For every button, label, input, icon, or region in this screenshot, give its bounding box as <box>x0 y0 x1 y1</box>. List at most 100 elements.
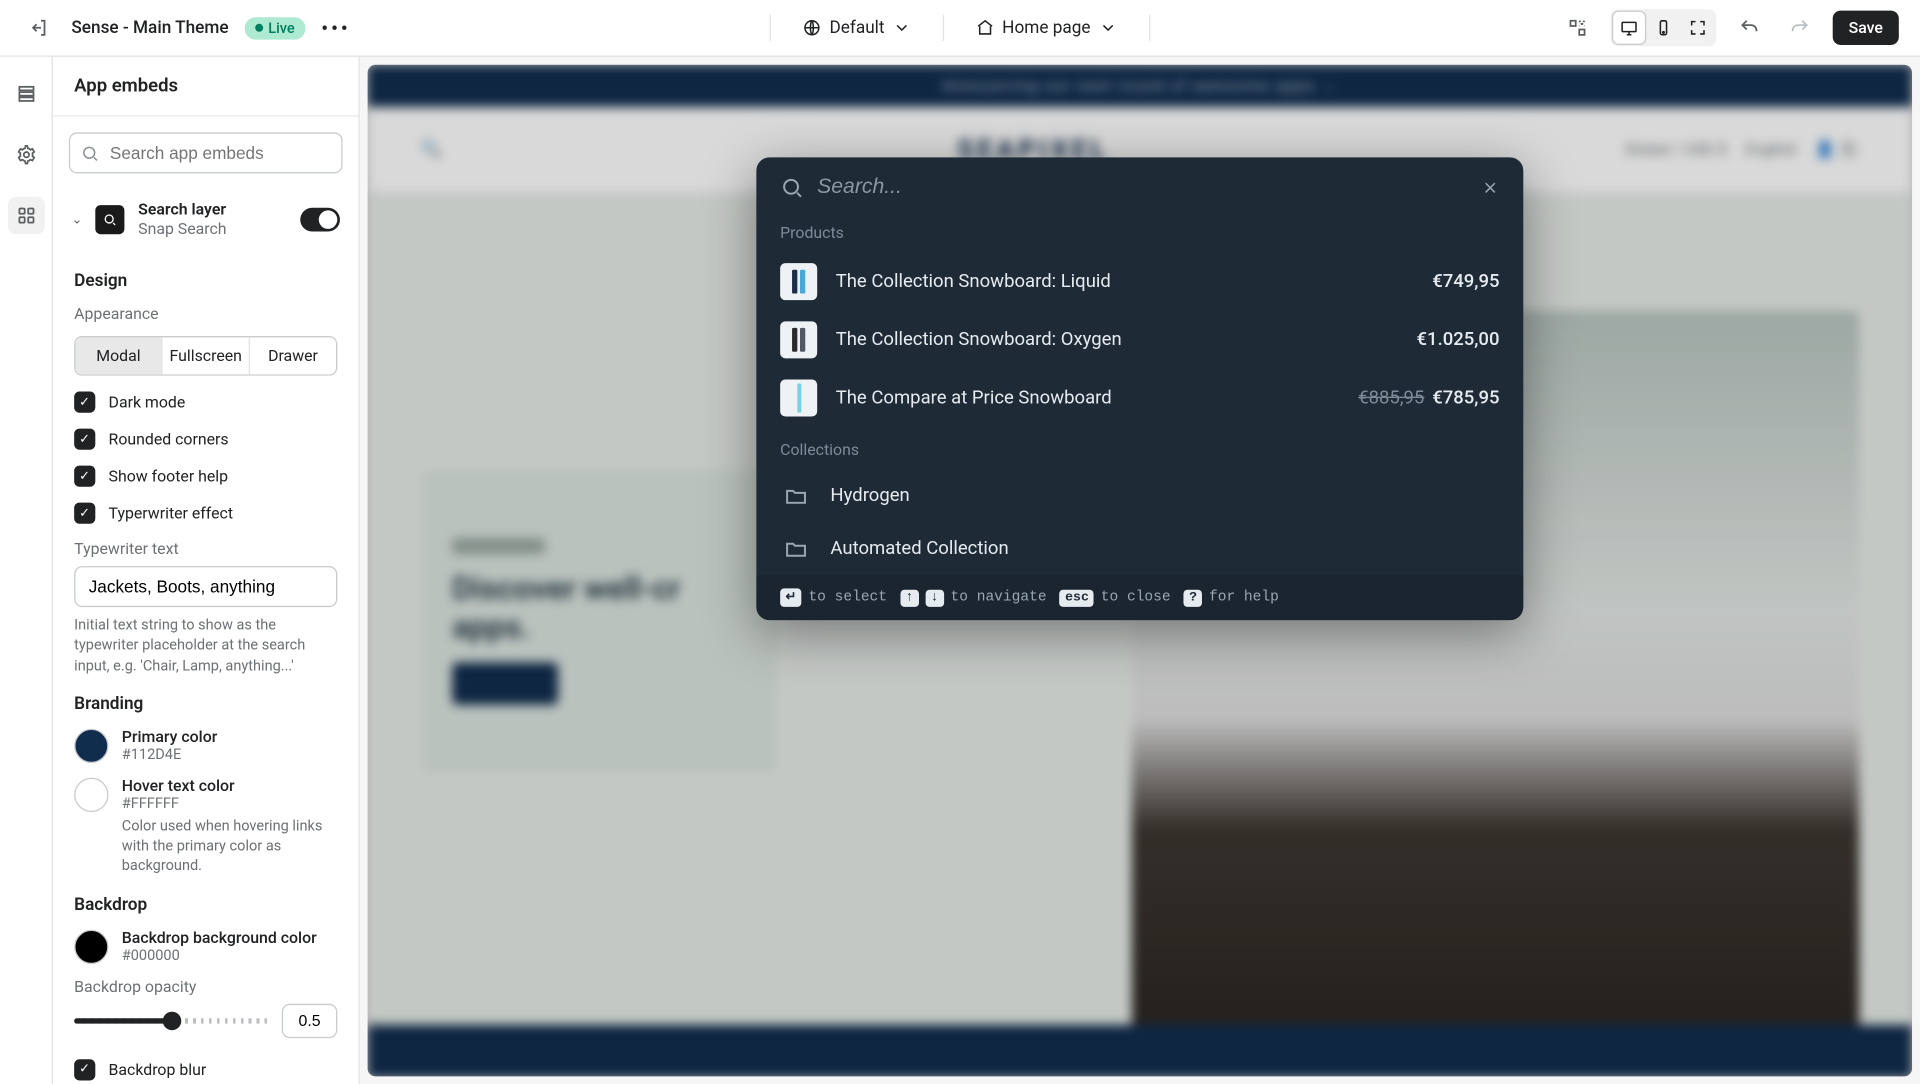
collection-title: Hydrogen <box>830 485 1499 506</box>
collections-group-title: Collections <box>756 435 1523 469</box>
fullscreen-preview-button[interactable] <box>1682 12 1714 44</box>
primary-color-swatch[interactable] <box>74 729 108 763</box>
product-title: The Compare at Price Snowboard <box>836 387 1340 408</box>
search-icon <box>81 143 100 162</box>
esc-key-icon: esc <box>1060 589 1094 606</box>
backdrop-color-hex: #000000 <box>122 946 317 963</box>
divider <box>770 15 771 41</box>
device-preview-group <box>1611 9 1717 46</box>
modal-footer-help: ↵to select ↑↓to navigate escto close ?fo… <box>756 575 1523 620</box>
modal-close-button[interactable] <box>1481 179 1500 198</box>
block-enable-toggle[interactable] <box>300 208 340 232</box>
search-embeds-input[interactable] <box>69 132 343 173</box>
topbar: Sense - Main Theme Live ••• Default Home… <box>0 0 1920 57</box>
left-rail <box>0 57 53 1084</box>
rail-apps-icon[interactable] <box>7 197 44 234</box>
hover-color-hex: #FFFFFF <box>122 795 338 812</box>
arrow-down-key-icon: ↓ <box>925 589 944 606</box>
product-result[interactable]: The Collection Snowboard: Liquid €749,95 <box>756 253 1523 311</box>
product-price: €1.025,00 <box>1417 329 1500 350</box>
typewriter-help: Initial text string to show as the typew… <box>74 615 337 676</box>
chevron-down-icon <box>1098 19 1117 38</box>
block-subtitle: Snap Search <box>138 220 287 240</box>
backdrop-opacity-slider[interactable] <box>74 1018 268 1023</box>
backdrop-opacity-label: Backdrop opacity <box>74 977 337 996</box>
product-price: €885,95€785,95 <box>1358 387 1499 408</box>
backdrop-blur-checkbox[interactable]: ✓Backdrop blur <box>74 1059 337 1080</box>
hover-color-label: Hover text color <box>122 776 338 795</box>
collection-result[interactable]: Automated Collection <box>756 522 1523 575</box>
backdrop-heading: Backdrop <box>74 895 337 915</box>
product-result[interactable]: The Collection Snowboard: Oxygen €1.025,… <box>756 311 1523 369</box>
primary-color-hex: #112D4E <box>122 746 218 763</box>
mobile-preview-button[interactable] <box>1648 12 1680 44</box>
folder-icon <box>780 533 812 565</box>
backdrop-color-row[interactable]: Backdrop background color #000000 <box>74 928 337 964</box>
desktop-preview-button[interactable] <box>1613 12 1645 44</box>
rounded-corners-checkbox[interactable]: ✓Rounded corners <box>74 428 337 449</box>
product-title: The Collection Snowboard: Liquid <box>836 271 1414 292</box>
preview-canvas: Announcing our next round of awesome app… <box>368 65 1912 1077</box>
rail-settings-icon[interactable] <box>7 136 44 173</box>
collapse-caret-icon[interactable]: ⌄ <box>71 212 82 227</box>
product-title: The Collection Snowboard: Oxygen <box>836 329 1398 350</box>
appearance-label: Appearance <box>74 304 337 323</box>
product-price: €749,95 <box>1432 271 1499 292</box>
backdrop-color-label: Backdrop background color <box>122 928 317 947</box>
backdrop-opacity-value[interactable] <box>282 1003 338 1037</box>
search-modal: Products The Collection Snowboard: Liqui… <box>756 157 1523 620</box>
page-select[interactable]: Home page <box>976 18 1117 38</box>
product-thumb <box>780 380 817 417</box>
block-title: Search layer <box>138 200 287 220</box>
chevron-down-icon <box>892 19 911 38</box>
product-thumb <box>780 263 817 300</box>
hover-color-swatch[interactable] <box>74 778 108 812</box>
enter-key-icon: ↵ <box>780 588 802 607</box>
modal-search-icon <box>780 176 804 200</box>
folder-icon <box>780 480 812 512</box>
help-key-icon: ? <box>1184 589 1203 606</box>
typewriter-text-label: Typewriter text <box>74 539 337 558</box>
products-group-title: Products <box>756 218 1523 252</box>
search-embeds-field[interactable] <box>69 132 343 173</box>
hover-color-desc: Color used when hovering links with the … <box>122 817 338 876</box>
appearance-fullscreen-option[interactable]: Fullscreen <box>163 337 250 374</box>
primary-color-row[interactable]: Primary color #112D4E <box>74 727 337 763</box>
inspector-icon[interactable] <box>1560 11 1594 45</box>
exit-icon[interactable] <box>21 11 55 45</box>
divider <box>943 15 944 41</box>
appearance-segmented: Modal Fullscreen Drawer <box>74 336 337 376</box>
settings-sidebar: App embeds ⌄ Search layer Snap Search De… <box>53 57 360 1084</box>
search-layer-icon <box>96 205 125 234</box>
dark-mode-checkbox[interactable]: ✓Dark mode <box>74 391 337 412</box>
footer-help-checkbox[interactable]: ✓Show footer help <box>74 465 337 486</box>
modal-search-input[interactable] <box>817 176 1468 200</box>
appearance-modal-option[interactable]: Modal <box>75 337 162 374</box>
arrow-up-key-icon: ↑ <box>900 589 919 606</box>
divider <box>1149 15 1150 41</box>
embed-block-row[interactable]: ⌄ Search layer Snap Search <box>53 186 358 252</box>
undo-button[interactable] <box>1732 11 1766 45</box>
branding-heading: Branding <box>74 694 337 714</box>
design-heading: Design <box>74 271 337 291</box>
more-menu-button[interactable]: ••• <box>321 15 350 40</box>
context-label: Default <box>829 18 884 38</box>
product-thumb <box>780 321 817 358</box>
appearance-drawer-option[interactable]: Drawer <box>250 337 336 374</box>
hover-color-row[interactable]: Hover text color #FFFFFF Color used when… <box>74 776 337 876</box>
primary-color-label: Primary color <box>122 727 218 746</box>
sidebar-title: App embeds <box>53 57 358 117</box>
typewriter-text-input[interactable] <box>74 566 337 607</box>
save-button[interactable]: Save <box>1833 11 1899 45</box>
redo-button[interactable] <box>1783 11 1817 45</box>
backdrop-color-swatch[interactable] <box>74 929 108 963</box>
collection-result[interactable]: Hydrogen <box>756 469 1523 522</box>
rail-sections-icon[interactable] <box>7 75 44 112</box>
context-select[interactable]: Default <box>803 18 911 38</box>
theme-name: Sense - Main Theme <box>71 18 228 38</box>
typewriter-checkbox[interactable]: ✓Typerwriter effect <box>74 502 337 523</box>
live-badge: Live <box>244 17 305 39</box>
slider-thumb[interactable] <box>162 1011 181 1030</box>
product-result[interactable]: The Compare at Price Snowboard €885,95€7… <box>756 369 1523 427</box>
page-label: Home page <box>1002 18 1090 38</box>
